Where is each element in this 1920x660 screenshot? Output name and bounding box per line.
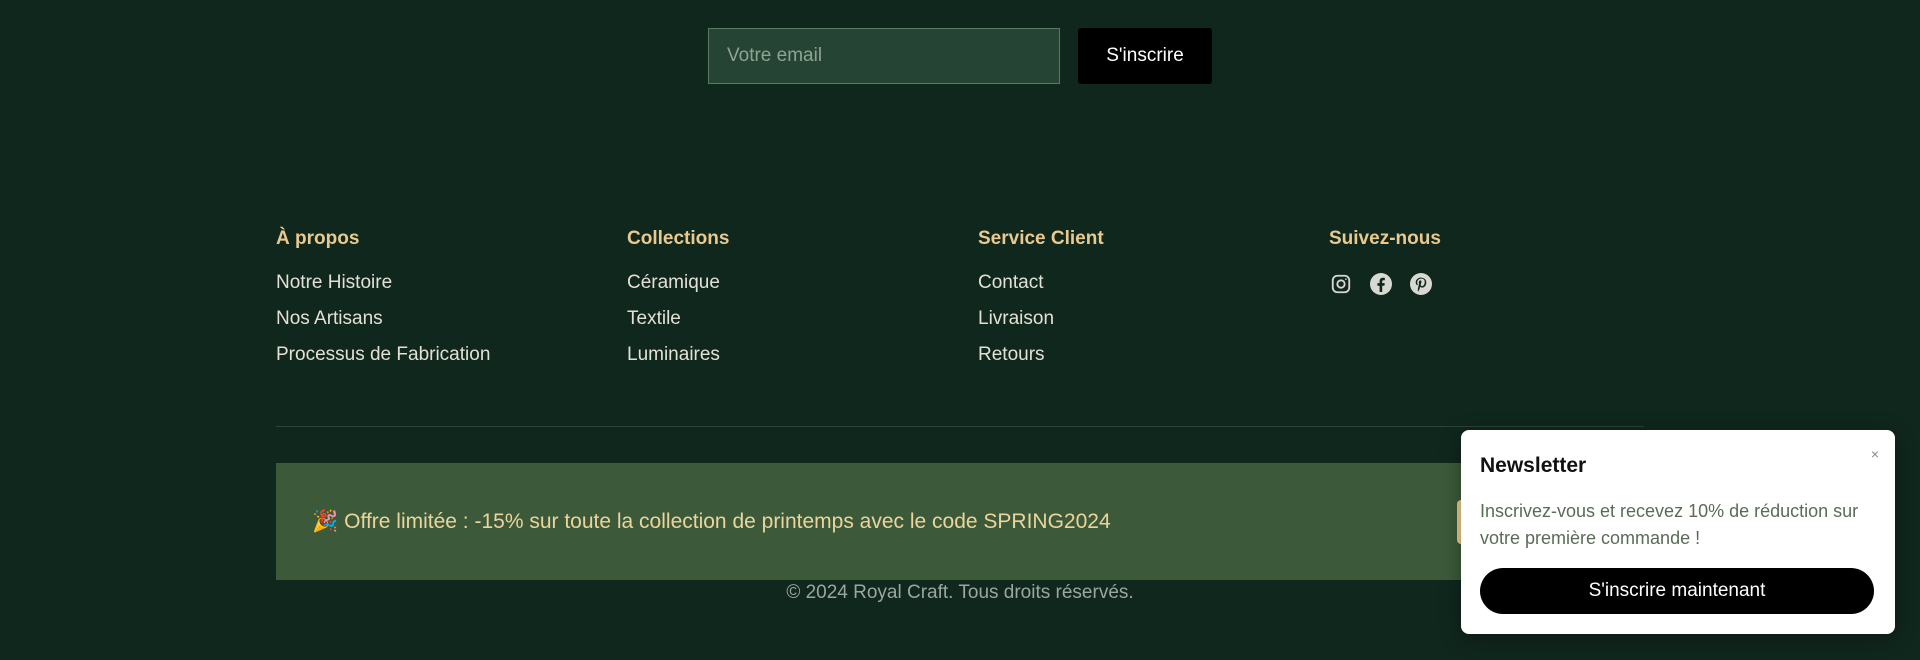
footer-link[interactable]: Contact [978, 272, 1329, 308]
instagram-icon[interactable] [1329, 272, 1353, 296]
promo-text: Offre limitée : -15% sur toute la collec… [344, 509, 1111, 533]
footer-column-service: Service Client Contact Livraison Retours [978, 228, 1329, 380]
column-heading: À propos [276, 228, 360, 249]
email-input[interactable] [708, 28, 1060, 84]
footer-link[interactable]: Livraison [978, 308, 1329, 344]
party-popper-icon: 🎉 [312, 509, 339, 533]
newsletter-signup-form: S'inscrire [708, 28, 1212, 84]
promo-banner: 🎉 Offre limitée : -15% sur toute la coll… [276, 463, 1644, 580]
column-heading: Service Client [978, 228, 1104, 249]
popup-description: Inscrivez-vous et recevez 10% de réducti… [1480, 501, 1859, 548]
newsletter-popup: Newsletter × Inscrivez-vous et recevez 1… [1461, 430, 1895, 634]
footer-columns: À propos Notre Histoire Nos Artisans Pro… [276, 228, 1680, 380]
footer-link[interactable]: Notre Histoire [276, 272, 627, 308]
column-heading: Suivez-nous [1329, 228, 1441, 249]
close-icon[interactable]: × [1871, 446, 1879, 462]
footer-link[interactable]: Processus de Fabrication [276, 344, 627, 380]
footer-divider [276, 426, 1644, 427]
footer-link[interactable]: Textile [627, 308, 978, 344]
subscribe-button[interactable]: S'inscrire [1078, 28, 1212, 84]
footer-column-about: À propos Notre Histoire Nos Artisans Pro… [276, 228, 627, 380]
footer-link[interactable]: Céramique [627, 272, 978, 308]
footer-link[interactable]: Nos Artisans [276, 308, 627, 344]
popup-title: Newsletter [1480, 454, 1587, 477]
footer-link[interactable]: Luminaires [627, 344, 978, 380]
subscribe-now-button[interactable]: S'inscrire maintenant [1480, 568, 1874, 614]
social-links [1329, 272, 1680, 296]
footer-link[interactable]: Retours [978, 344, 1329, 380]
footer-column-collections: Collections Céramique Textile Luminaires [627, 228, 978, 380]
facebook-icon[interactable] [1369, 272, 1393, 296]
pinterest-icon[interactable] [1409, 272, 1433, 296]
footer-column-social: Suivez-nous [1329, 228, 1680, 380]
column-heading: Collections [627, 228, 730, 249]
